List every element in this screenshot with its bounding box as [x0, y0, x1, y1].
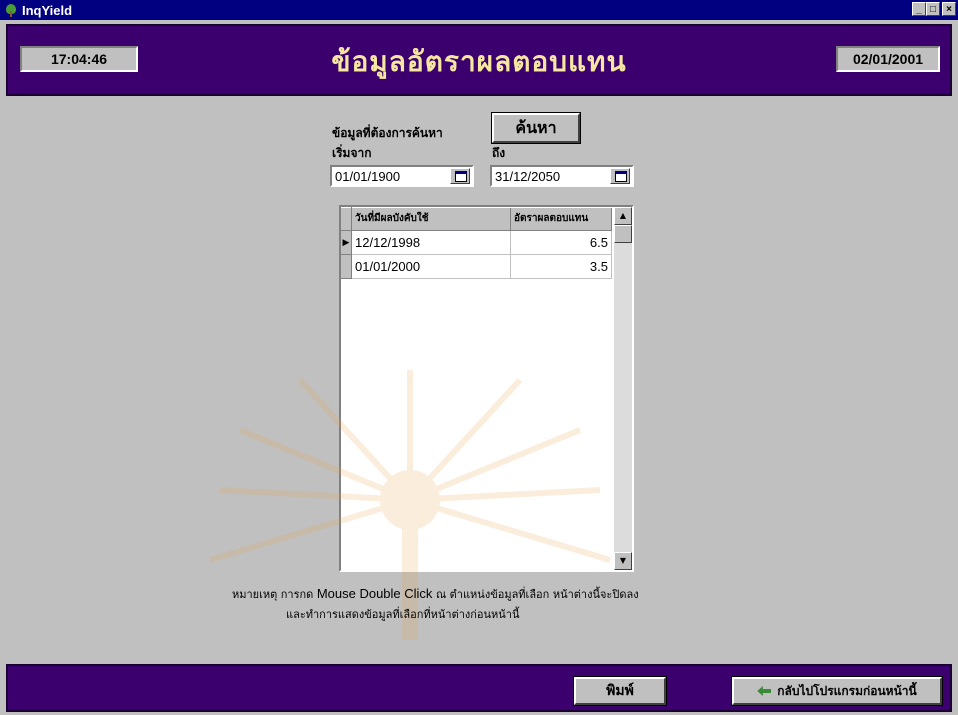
yield-table: วันที่มีผลบังคับใช้ อัตราผลตอบแทน ▶ 12/1…	[341, 207, 612, 279]
calendar-icon[interactable]	[450, 168, 470, 184]
column-header-effective-date[interactable]: วันที่มีผลบังคับใช้	[351, 207, 511, 231]
to-date-field[interactable]: 31/12/2050	[490, 165, 634, 187]
table-row[interactable]: 01/01/2000 3.5	[341, 254, 612, 279]
note-line-1: หมายเหตุ การกด Mouse Double Click ณ ตำแห…	[232, 585, 639, 603]
calendar-icon[interactable]	[610, 168, 630, 184]
cell-yield-rate[interactable]: 6.5	[510, 230, 612, 255]
from-date-value: 01/01/1900	[335, 168, 401, 184]
note-suffix: ณ ตำแหน่งข้อมูลที่เลือก หน้าต่างนี้จะปิด…	[435, 588, 639, 601]
back-button-label: กลับไปโปรแกรมก่อนหน้านี้	[777, 683, 917, 698]
note-mouse-action: Mouse Double Click	[316, 586, 433, 601]
vertical-scrollbar[interactable]: ▲ ▼	[614, 207, 632, 570]
to-label: ถึง	[492, 146, 506, 160]
back-arrow-icon	[757, 686, 772, 696]
back-button[interactable]: กลับไปโปรแกรมก่อนหน้านี้	[731, 676, 943, 706]
current-date: 02/01/2001	[836, 46, 940, 72]
current-row-pointer-icon: ▶	[341, 230, 352, 255]
to-date-value: 31/12/2050	[495, 168, 561, 184]
window-title: InqYield	[22, 2, 73, 18]
table-header-row: วันที่มีผลบังคับใช้ อัตราผลตอบแทน	[341, 207, 612, 231]
print-button[interactable]: พิมพ์	[573, 676, 667, 706]
scroll-up-arrow-icon[interactable]: ▲	[614, 207, 632, 225]
column-header-yield-rate[interactable]: อัตราผลตอบแทน	[510, 207, 612, 231]
close-button[interactable]: ×	[942, 2, 956, 16]
maximize-button[interactable]: □	[926, 2, 940, 16]
row-selector	[341, 254, 352, 279]
cell-effective-date[interactable]: 01/01/2000	[351, 254, 511, 279]
search-heading: ข้อมูลที่ต้องการค้นหา	[332, 126, 443, 140]
cell-yield-rate[interactable]: 3.5	[510, 254, 612, 279]
page-title: ข้อมูลอัตราผลตอบแทน	[331, 45, 627, 78]
from-label: เริ่มจาก	[332, 146, 372, 160]
row-selector-header	[341, 207, 352, 231]
app-tree-icon	[4, 3, 18, 17]
window-titlebar[interactable]: InqYield _ □ ×	[0, 0, 958, 20]
from-date-field[interactable]: 01/01/1900	[330, 165, 474, 187]
search-button[interactable]: ค้นหา	[491, 112, 581, 144]
window-controls: _ □ ×	[912, 2, 956, 16]
note-prefix: หมายเหตุ การกด	[232, 588, 314, 601]
table-row[interactable]: ▶ 12/12/1998 6.5	[341, 230, 612, 255]
scroll-down-arrow-icon[interactable]: ▼	[614, 552, 632, 570]
yield-grid[interactable]: วันที่มีผลบังคับใช้ อัตราผลตอบแทน ▶ 12/1…	[339, 205, 634, 572]
minimize-button[interactable]: _	[912, 2, 926, 16]
header-panel: 17:04:46 ข้อมูลอัตราผลตอบแทน 02/01/2001	[6, 24, 952, 96]
note-line-2: และทำการแสดงข้อมูลที่เลือกที่หน้าต่างก่อ…	[286, 608, 520, 621]
cell-effective-date[interactable]: 12/12/1998	[351, 230, 511, 255]
current-time: 17:04:46	[20, 46, 138, 72]
scroll-thumb[interactable]	[614, 225, 632, 243]
